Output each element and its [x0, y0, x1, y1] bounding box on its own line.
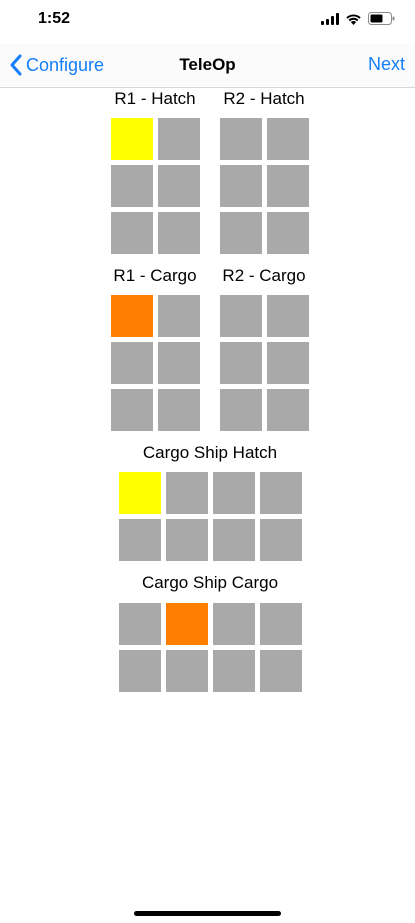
r1-hatch-cell[interactable]	[111, 165, 153, 207]
battery-icon	[368, 12, 395, 25]
section-label-r1-cargo: R1 - Cargo	[113, 266, 197, 285]
r1-hatch-cell[interactable]	[111, 118, 153, 160]
status-icons	[321, 12, 395, 25]
cargo-ship-cargo-cell[interactable]	[213, 603, 255, 645]
status-bar: 1:52	[0, 0, 415, 44]
r2-hatch-cell[interactable]	[267, 212, 309, 254]
r2-hatch-cell[interactable]	[220, 212, 262, 254]
cargo-ship-cargo-cell[interactable]	[260, 603, 302, 645]
r2-cargo-cell[interactable]	[220, 342, 262, 384]
cargo-ship-hatch-cell[interactable]	[119, 472, 161, 514]
r2-cargo-cell[interactable]	[267, 295, 309, 337]
cargo-ship-hatch-cell[interactable]	[119, 519, 161, 561]
cargo-ship-cargo-cell[interactable]	[119, 650, 161, 692]
r1-cargo-cell[interactable]	[111, 342, 153, 384]
r2-hatch-cell[interactable]	[220, 118, 262, 160]
r2-cargo-cell[interactable]	[267, 342, 309, 384]
r1-cargo-cell[interactable]	[158, 389, 200, 431]
r1-hatch-cell[interactable]	[111, 212, 153, 254]
cargo-ship-cargo-cell[interactable]	[166, 603, 208, 645]
r1-hatch-cell[interactable]	[158, 118, 200, 160]
section-label-r2-cargo: R2 - Cargo	[222, 266, 306, 285]
cargo-ship-hatch-cell[interactable]	[166, 472, 208, 514]
cargo-ship-hatch-cell[interactable]	[260, 472, 302, 514]
r2-hatch-cell[interactable]	[267, 118, 309, 160]
cargo-ship-hatch-cell[interactable]	[213, 472, 255, 514]
next-button[interactable]: Next	[368, 54, 405, 75]
cargo-ship-cargo-cell[interactable]	[260, 650, 302, 692]
cargo-ship-cargo-cell[interactable]	[213, 650, 255, 692]
wifi-icon	[345, 13, 362, 25]
r1-cargo-cell[interactable]	[158, 342, 200, 384]
cargo-ship-hatch-cell[interactable]	[260, 519, 302, 561]
status-time: 1:52	[38, 10, 71, 27]
r2-cargo-cell[interactable]	[220, 295, 262, 337]
r2-cargo-cell[interactable]	[220, 389, 262, 431]
r1-hatch-cell[interactable]	[158, 165, 200, 207]
cargo-ship-hatch-cell[interactable]	[213, 519, 255, 561]
section-label-r1-hatch: R1 - Hatch	[114, 89, 196, 108]
r1-cargo-cell[interactable]	[111, 295, 153, 337]
section-label-cargo-ship-hatch: Cargo Ship Hatch	[142, 443, 278, 462]
section-label-cargo-ship-cargo: Cargo Ship Cargo	[141, 573, 279, 592]
cargo-ship-cargo-cell[interactable]	[166, 650, 208, 692]
navigation-bar: Configure TeleOp Next	[0, 44, 415, 88]
r1-cargo-cell[interactable]	[111, 389, 153, 431]
r2-cargo-cell[interactable]	[267, 389, 309, 431]
section-label-r2-hatch: R2 - Hatch	[223, 89, 305, 108]
r1-hatch-cell[interactable]	[158, 212, 200, 254]
cargo-ship-cargo-cell[interactable]	[119, 603, 161, 645]
home-indicator	[134, 911, 281, 916]
r1-cargo-cell[interactable]	[158, 295, 200, 337]
r2-hatch-cell[interactable]	[267, 165, 309, 207]
r2-hatch-cell[interactable]	[220, 165, 262, 207]
cellular-signal-icon	[321, 12, 339, 25]
cargo-ship-hatch-cell[interactable]	[166, 519, 208, 561]
page-title: TeleOp	[179, 55, 236, 74]
